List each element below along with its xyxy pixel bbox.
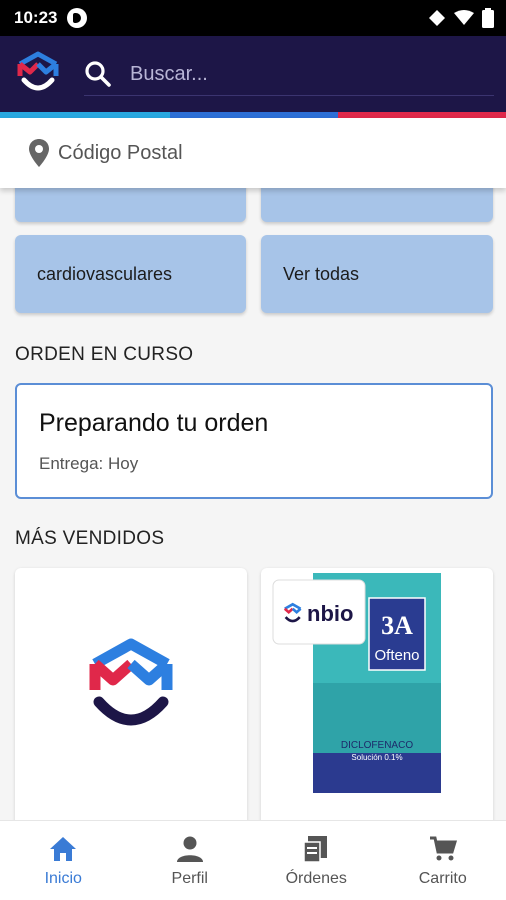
location-pin-icon bbox=[29, 139, 49, 167]
current-order-card[interactable]: Preparando tu orden Entrega: Hoy bbox=[15, 383, 493, 499]
category-card[interactable] bbox=[261, 188, 493, 222]
nav-item-carrito[interactable]: Carrito bbox=[380, 821, 506, 900]
box-name-text: Ofteno bbox=[374, 647, 419, 664]
bottom-navigation: Inicio Perfil Órdenes Carrito bbox=[0, 820, 506, 900]
order-status-title: Preparando tu orden bbox=[39, 409, 269, 437]
search-icon[interactable] bbox=[84, 60, 112, 88]
product-card[interactable]: 3A Ofteno DICLOFENACO Solución 0.1% nbio bbox=[261, 568, 493, 820]
product-image-brand-logo bbox=[89, 638, 173, 726]
battery-icon bbox=[482, 8, 494, 28]
nav-label-inicio: Inicio bbox=[44, 869, 82, 887]
product-image-ofteno: 3A Ofteno DICLOFENACO Solución 0.1% nbio bbox=[272, 573, 441, 793]
nav-item-perfil[interactable]: Perfil bbox=[127, 821, 254, 900]
product-card[interactable] bbox=[15, 568, 247, 820]
status-icons bbox=[428, 8, 494, 28]
nbio-badge-text: nbio bbox=[307, 601, 353, 626]
box-brand-text: 3A bbox=[381, 611, 413, 640]
category-card-cardiovasculares[interactable]: cardiovasculares bbox=[15, 235, 246, 313]
cart-icon bbox=[429, 836, 457, 860]
box-drug-text: DICLOFENACO bbox=[341, 740, 413, 751]
nav-label-perfil: Perfil bbox=[171, 869, 208, 887]
best-sellers-title: MÁS VENDIDOS bbox=[15, 528, 165, 549]
orders-icon bbox=[303, 835, 328, 863]
home-content[interactable]: cardiovasculares Ver todas ORDEN EN CURS… bbox=[0, 188, 506, 820]
search-bar[interactable] bbox=[84, 46, 506, 102]
box-strength-text: Solución 0.1% bbox=[351, 753, 402, 762]
order-section-title: ORDEN EN CURSO bbox=[15, 344, 194, 365]
app-header bbox=[0, 36, 506, 112]
nav-label-carrito: Carrito bbox=[418, 869, 467, 887]
search-underline bbox=[84, 95, 494, 96]
status-bar: 10:23 bbox=[0, 0, 506, 36]
nav-item-ordenes[interactable]: Órdenes bbox=[253, 821, 380, 900]
signal-diamond-icon bbox=[429, 10, 445, 26]
category-card[interactable] bbox=[15, 188, 246, 222]
category-card-view-all[interactable]: Ver todas bbox=[261, 235, 493, 313]
wifi-icon bbox=[454, 10, 474, 25]
app-notification-icon bbox=[67, 8, 88, 28]
search-input[interactable] bbox=[130, 62, 430, 86]
person-icon bbox=[176, 836, 203, 862]
status-time: 10:23 bbox=[14, 8, 58, 27]
app-logo-icon[interactable] bbox=[14, 50, 62, 98]
nav-label-ordenes: Órdenes bbox=[285, 869, 347, 887]
order-delivery-text: Entrega: Hoy bbox=[39, 454, 139, 473]
home-icon bbox=[50, 836, 77, 861]
postal-code-label: Código Postal bbox=[58, 141, 183, 164]
postal-code-selector[interactable]: Código Postal bbox=[0, 118, 506, 188]
nav-item-inicio[interactable]: Inicio bbox=[0, 821, 127, 900]
